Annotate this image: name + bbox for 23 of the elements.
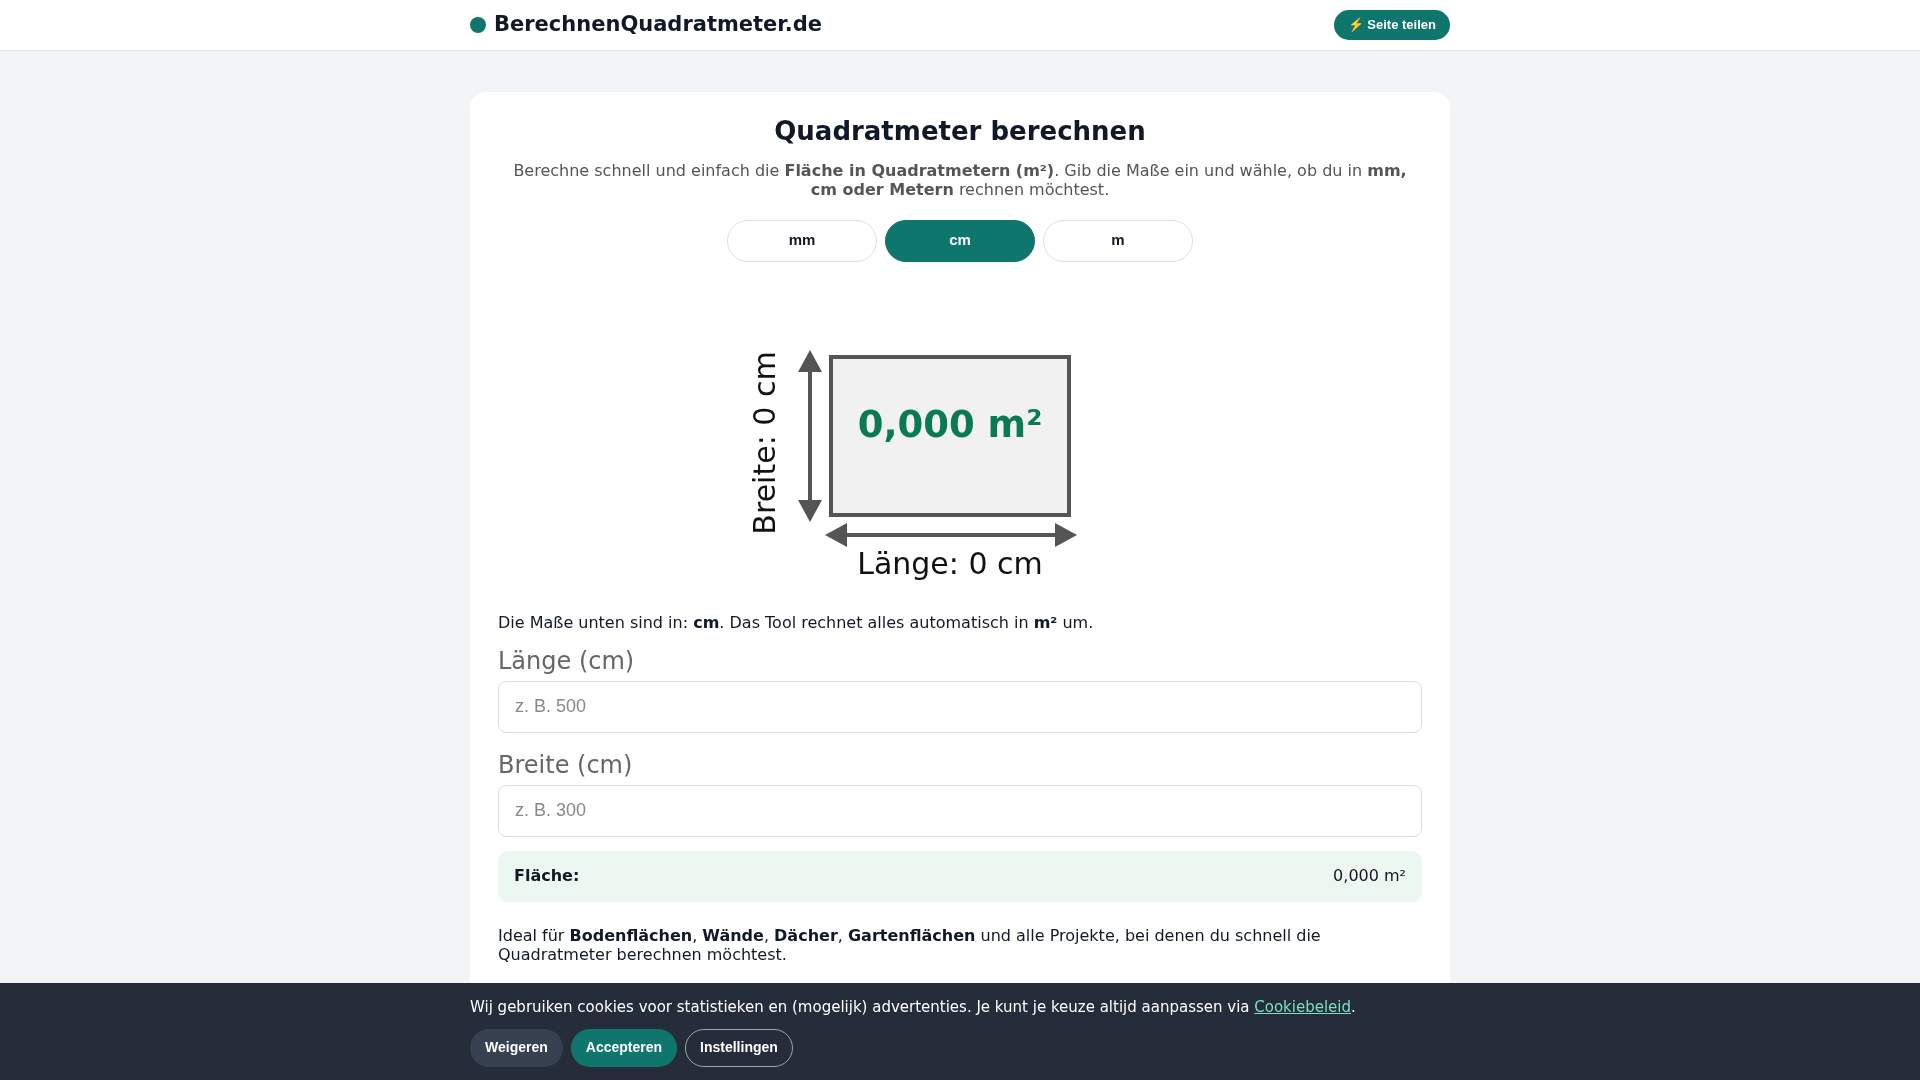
unit-toggle[interactable]: m xyxy=(1043,219,1193,262)
result-value: 0,000 m² xyxy=(1333,865,1406,888)
length-label: Länge: 0 cm xyxy=(857,545,1043,581)
units-note: Die Maße unten sind in: cm. Das Tool rechnet alles automatisch in m² um. xyxy=(498,611,1095,634)
unit-toggle[interactable]: mm xyxy=(727,219,877,262)
intro-text: Berechne schnell und einfach die Fläche in Quadratmetern (m²). Gib die Maße ein und wähle, ob du in mm, cm oder Metern rechnen möchtest. xyxy=(512,161,1408,200)
usage-text: Ideal für Bodenflächen, Wände, Dächer, Gartenflächen und alle Projekte, bei denen du schnell die Quadratmeter berechnen möchtest. xyxy=(498,925,1322,964)
cookie-text: Wij gebruiken cookies voor statistieken en (mogelijk) advertenties. Je kunt je keuze altijd aanpassen via Cookiebeleid. xyxy=(470,997,1357,1018)
share-button[interactable]: ⚡ Seite teilen xyxy=(1333,10,1450,40)
cookie-policy-link[interactable]: Cookiebeleid xyxy=(1254,998,1351,1016)
area-value: 0,000 m² xyxy=(857,402,1043,446)
logo-text[interactable]: BerechnenQuadratmeter.de xyxy=(494,9,822,41)
cookie-button[interactable]: Accepteren xyxy=(570,1028,678,1067)
cookie-button[interactable]: Weigeren xyxy=(470,1028,563,1067)
input-field[interactable]: z. B. 500 xyxy=(498,680,1422,733)
field-label: Breite (cm) xyxy=(498,749,634,781)
logo-dot-icon xyxy=(470,17,486,33)
page-title: Quadratmeter berechnen xyxy=(773,116,1147,148)
input-field[interactable]: z. B. 300 xyxy=(498,784,1422,837)
field-label: Länge (cm) xyxy=(498,645,636,677)
unit-toggle[interactable]: cm xyxy=(885,219,1035,262)
result-label: Fläche: xyxy=(514,865,580,888)
width-label: Breite: 0 cm xyxy=(747,350,782,535)
